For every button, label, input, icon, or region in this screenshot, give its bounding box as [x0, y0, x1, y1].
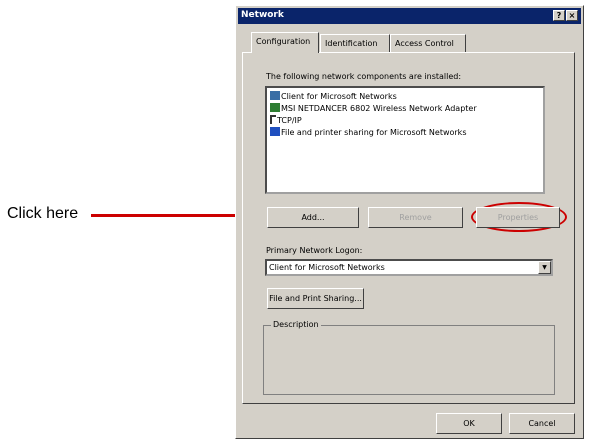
list-item[interactable]: Client for Microsoft Networks	[270, 91, 397, 102]
components-label: The following network components are ins…	[266, 72, 462, 81]
cancel-button[interactable]: Cancel	[509, 413, 575, 434]
ok-button[interactable]: OK	[436, 413, 502, 434]
tab-identification[interactable]: Identification	[320, 34, 390, 52]
primary-logon-value: Client for Microsoft Networks	[269, 263, 385, 272]
tab-configuration[interactable]: Configuration	[251, 32, 319, 53]
properties-button[interactable]: Properties	[476, 207, 560, 228]
annotation-label: Click here	[7, 205, 79, 222]
help-button[interactable]: ?	[553, 10, 565, 21]
list-item[interactable]: MSI NETDANCER 6802 Wireless Network Adap…	[270, 103, 477, 114]
title-bar[interactable]: Network ? ×	[238, 8, 581, 24]
window-title: Network	[241, 10, 284, 20]
components-listbox[interactable]: Client for Microsoft Networks MSI NETDAN…	[265, 86, 545, 194]
network-client-icon	[270, 91, 280, 100]
primary-logon-select[interactable]: Client for Microsoft Networks ▼	[265, 259, 553, 276]
list-item-label: MSI NETDANCER 6802 Wireless Network Adap…	[281, 104, 477, 113]
list-item[interactable]: File and printer sharing for Microsoft N…	[270, 127, 466, 138]
list-item-label: File and printer sharing for Microsoft N…	[281, 128, 467, 137]
remove-button[interactable]: Remove	[368, 207, 463, 228]
tab-access-control[interactable]: Access Control	[390, 34, 466, 52]
list-item-label: TCP/IP	[277, 116, 302, 125]
file-print-sharing-button[interactable]: File and Print Sharing...	[267, 288, 364, 309]
primary-logon-label: Primary Network Logon:	[266, 246, 363, 255]
file-sharing-service-icon	[270, 127, 280, 136]
list-item[interactable]: TCP/IP	[270, 115, 302, 126]
network-dialog: Network ? × Configuration Identification…	[235, 5, 584, 439]
network-adapter-icon	[270, 103, 280, 112]
close-button[interactable]: ×	[566, 10, 578, 21]
protocol-icon	[270, 115, 276, 124]
description-label: Description	[271, 320, 321, 329]
add-button[interactable]: Add...	[267, 207, 359, 228]
list-item-label: Client for Microsoft Networks	[281, 92, 397, 101]
chevron-down-icon[interactable]: ▼	[538, 261, 551, 274]
description-groupbox: Description	[263, 320, 555, 395]
